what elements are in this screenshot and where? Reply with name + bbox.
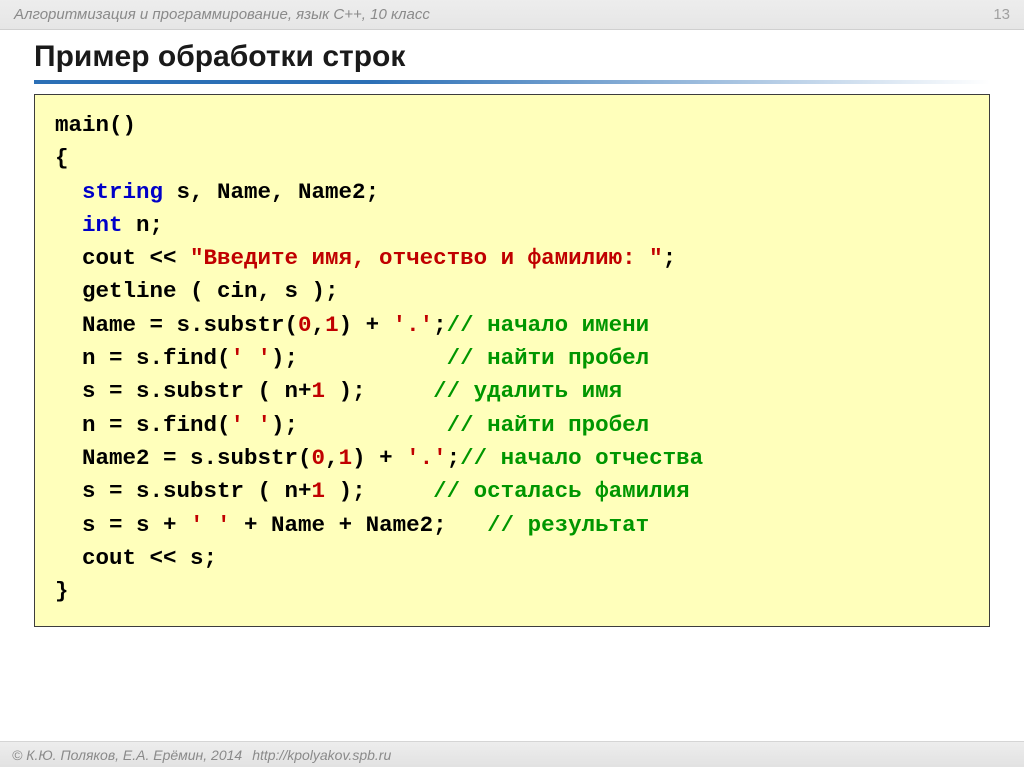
code-text: Name2 = s.substr(: [55, 445, 312, 471]
number-literal: 1: [312, 378, 326, 404]
code-text: );: [271, 412, 447, 438]
comment: // начало имени: [447, 312, 650, 338]
comment: // осталась фамилия: [433, 478, 690, 504]
char-literal: ' ': [231, 345, 272, 371]
string-literal: "Введите имя, отчество и фамилию: ": [190, 245, 663, 271]
code-text: );: [271, 345, 447, 371]
code-text: s = s +: [55, 512, 190, 538]
code-text: + Name + Name2;: [231, 512, 488, 538]
code-text: ;: [433, 312, 447, 338]
code-text: ,: [312, 312, 326, 338]
comment: // начало отчества: [460, 445, 703, 471]
comment: // результат: [487, 512, 649, 538]
page-title: Пример обработки строк: [34, 40, 990, 74]
header-subtitle: Алгоритмизация и программирование, язык …: [14, 6, 430, 23]
code-text: s = s.substr ( n+: [55, 378, 312, 404]
char-literal: '.': [393, 312, 434, 338]
code-line: getline ( cin, s );: [55, 278, 339, 304]
code-line: cout << s;: [55, 545, 217, 571]
footer-copyright: © К.Ю. Поляков, Е.А. Ерёмин, 2014: [12, 747, 242, 763]
keyword-int: int: [82, 212, 123, 238]
code-text: ;: [663, 245, 677, 271]
slide-footer: © К.Ю. Поляков, Е.А. Ерёмин, 2014 http:/…: [0, 741, 1024, 767]
comment: // удалить имя: [433, 378, 622, 404]
code-text: n = s.find(: [55, 345, 231, 371]
code-text: s = s.substr ( n+: [55, 478, 312, 504]
code-text: n = s.find(: [55, 412, 231, 438]
slide-header: Алгоритмизация и программирование, язык …: [0, 0, 1024, 30]
code-line: main(): [55, 112, 136, 138]
code-line: {: [55, 145, 69, 171]
code-text: );: [325, 478, 433, 504]
code-text: ;: [447, 445, 461, 471]
code-text: ,: [325, 445, 339, 471]
code-text: cout <<: [55, 245, 190, 271]
page-number: 13: [993, 6, 1010, 23]
comment: // найти пробел: [447, 345, 650, 371]
code-text: ) +: [339, 312, 393, 338]
char-literal: '.': [406, 445, 447, 471]
number-literal: 0: [298, 312, 312, 338]
code-block: main() { string s, Name, Name2; int n; c…: [34, 94, 990, 627]
title-divider: [34, 80, 990, 84]
code-text: );: [325, 378, 433, 404]
code-text: ) +: [352, 445, 406, 471]
keyword-string: string: [82, 179, 163, 205]
code-line: }: [55, 578, 69, 604]
number-literal: 1: [312, 478, 326, 504]
code-text: Name = s.substr(: [55, 312, 298, 338]
code-text: s, Name, Name2;: [163, 179, 379, 205]
number-literal: 1: [339, 445, 353, 471]
char-literal: ' ': [190, 512, 231, 538]
number-literal: 0: [312, 445, 326, 471]
comment: // найти пробел: [447, 412, 650, 438]
number-literal: 1: [325, 312, 339, 338]
code-text: n;: [123, 212, 164, 238]
char-literal: ' ': [231, 412, 272, 438]
footer-url: http://kpolyakov.spb.ru: [252, 747, 391, 763]
